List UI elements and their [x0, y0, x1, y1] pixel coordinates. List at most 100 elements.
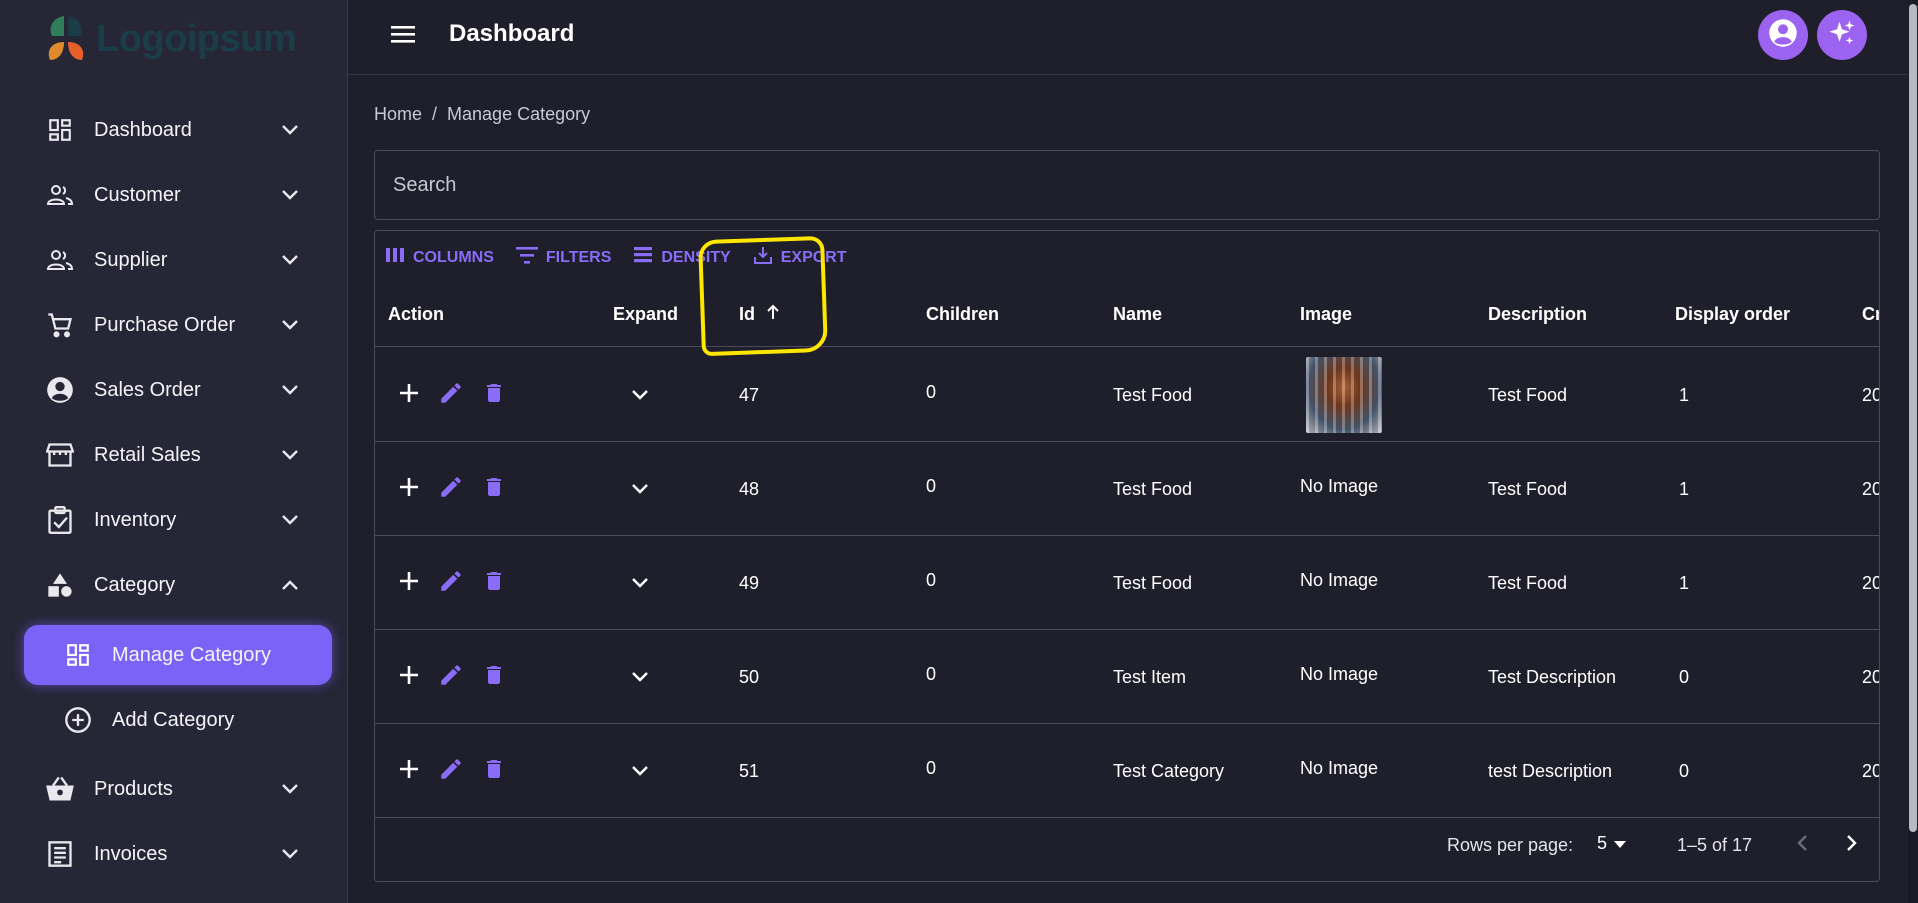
- clipboard-check-icon: [44, 504, 76, 536]
- column-header-label: Display order: [1675, 303, 1791, 324]
- plus-icon: [398, 759, 420, 784]
- row-actions: [398, 630, 506, 724]
- next-page-button[interactable]: [1845, 833, 1859, 858]
- chevron-down-icon: [276, 441, 304, 469]
- column-header-label: Expand: [613, 303, 679, 324]
- expand-row-button[interactable]: [631, 630, 649, 724]
- sidebar-subitem-manage-category[interactable]: Manage Category: [24, 625, 332, 685]
- column-header-expand[interactable]: Expand: [613, 281, 678, 347]
- columns-button[interactable]: COLUMNS: [385, 245, 494, 270]
- add-child-button[interactable]: [398, 382, 420, 409]
- sidebar-item-sales-order[interactable]: Sales Order: [24, 361, 324, 419]
- logo[interactable]: Logoipsum: [42, 14, 297, 64]
- people-icon: [44, 179, 76, 211]
- add-child-button[interactable]: [398, 664, 420, 691]
- sidebar-item-label: Purchase Order: [94, 313, 236, 336]
- column-header-label: Cr: [1862, 303, 1879, 324]
- breadcrumb-home[interactable]: Home: [374, 104, 422, 125]
- table-row[interactable]: 47 0 Test Food Test Food 1 20: [375, 348, 1879, 442]
- column-header-action[interactable]: Action: [388, 281, 444, 347]
- scrollbar-thumb[interactable]: [1909, 4, 1917, 832]
- add-child-button[interactable]: [398, 476, 420, 503]
- columns-label: COLUMNS: [413, 248, 494, 266]
- sidebar-item-customer[interactable]: Customer: [24, 166, 324, 224]
- column-header-name[interactable]: Name: [1113, 281, 1162, 347]
- plus-icon: [398, 383, 420, 408]
- add-child-button[interactable]: [398, 570, 420, 597]
- column-header-created[interactable]: Cr: [1862, 281, 1879, 347]
- annotation-highlight: [698, 235, 828, 357]
- cell-id: 47: [739, 384, 760, 405]
- table-row[interactable]: 51 0 Test Category No Image test Description…: [375, 724, 1879, 818]
- chevron-down-icon: [631, 385, 649, 406]
- sidebar-item-products[interactable]: Products: [24, 760, 324, 818]
- sidebar-item-inventory[interactable]: Inventory: [24, 491, 324, 549]
- table-row[interactable]: 49 0 Test Food No Image Test Food 1 20: [375, 536, 1879, 630]
- column-header-description[interactable]: Description: [1488, 281, 1587, 347]
- dashboard-icon: [44, 114, 76, 146]
- previous-page-button[interactable]: [1795, 833, 1809, 858]
- expand-row-button[interactable]: [631, 536, 649, 630]
- expand-row-button[interactable]: [631, 348, 649, 442]
- delete-button[interactable]: [482, 568, 506, 599]
- cell-id: 49: [739, 572, 760, 593]
- column-header-label: Name: [1113, 303, 1163, 324]
- add-child-button[interactable]: [398, 758, 420, 785]
- basket-icon: [44, 773, 76, 805]
- delete-button[interactable]: [482, 380, 506, 411]
- delete-button[interactable]: [482, 756, 506, 787]
- column-header-image[interactable]: Image: [1300, 281, 1352, 347]
- logo-text: Logoipsum: [96, 17, 297, 60]
- menu-icon[interactable]: [390, 24, 416, 49]
- sidebar-item-invoices[interactable]: Invoices: [24, 825, 324, 883]
- column-header-label: Action: [388, 303, 444, 324]
- sidebar-item-purchase-order[interactable]: Purchase Order: [24, 296, 324, 354]
- cell-children: 0: [926, 476, 937, 496]
- column-header-label: Description: [1488, 303, 1588, 324]
- page-scrollbar[interactable]: [1908, 0, 1918, 903]
- pencil-icon: [438, 570, 464, 598]
- sidebar-item-label: Customer: [94, 183, 181, 206]
- sidebar-item-dashboard[interactable]: Dashboard: [24, 101, 324, 159]
- edit-button[interactable]: [438, 662, 464, 693]
- expand-row-button[interactable]: [631, 724, 649, 818]
- cell-description: test Description: [1488, 760, 1613, 781]
- sidebar-item-label: Category: [94, 573, 176, 596]
- category-thumbnail[interactable]: [1306, 357, 1382, 433]
- edit-button[interactable]: [438, 474, 464, 505]
- rows-per-page-label: Rows per page:: [1447, 835, 1574, 855]
- breadcrumb: Home / Manage Category: [374, 104, 590, 125]
- sidebar-item-label: Retail Sales: [94, 443, 201, 466]
- edit-button[interactable]: [438, 380, 464, 411]
- expand-row-button[interactable]: [631, 442, 649, 536]
- delete-button[interactable]: [482, 474, 506, 505]
- delete-button[interactable]: [482, 662, 506, 693]
- edit-button[interactable]: [438, 568, 464, 599]
- ai-assistant-button[interactable]: [1817, 10, 1867, 60]
- sidebar-item-supplier[interactable]: Supplier: [24, 231, 324, 289]
- search-field[interactable]: [374, 150, 1880, 220]
- cart-icon: [44, 309, 76, 341]
- cell-created: 20: [1862, 384, 1879, 405]
- chevron-up-icon: [276, 571, 304, 599]
- cell-display-order: 1: [1679, 572, 1690, 593]
- edit-button[interactable]: [438, 756, 464, 787]
- sidebar-item-category[interactable]: Category: [24, 556, 324, 614]
- row-actions: [398, 536, 506, 630]
- profile-button[interactable]: [1758, 10, 1808, 60]
- column-header-display-order[interactable]: Display order: [1675, 281, 1790, 347]
- column-header-children[interactable]: Children: [926, 281, 999, 347]
- rows-per-page-select[interactable]: 5: [1597, 833, 1627, 854]
- table-row[interactable]: 50 0 Test Item No Image Test Description 0 20: [375, 630, 1879, 724]
- filters-button[interactable]: FILTERS: [515, 245, 611, 270]
- sidebar-subitem-add-category[interactable]: Add Category: [24, 690, 332, 750]
- chevron-down-icon: [631, 761, 649, 782]
- search-input[interactable]: [375, 151, 1879, 219]
- columns-icon: [385, 247, 405, 268]
- table-row[interactable]: 48 0 Test Food No Image Test Food 1 20: [375, 442, 1879, 536]
- cell-children: 0: [926, 382, 937, 402]
- trash-icon: [482, 383, 506, 410]
- rows-per-page-value: 5: [1597, 833, 1608, 853]
- people-icon: [44, 244, 76, 276]
- sidebar-item-retail-sales[interactable]: Retail Sales: [24, 426, 324, 484]
